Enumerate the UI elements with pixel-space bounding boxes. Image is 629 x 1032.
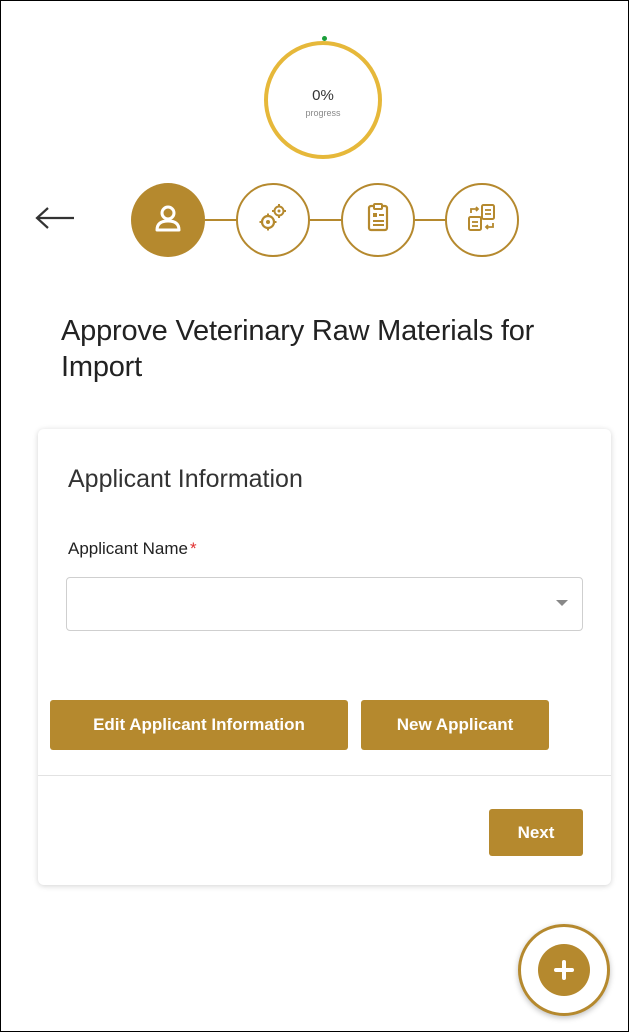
progress-caption: progress xyxy=(305,108,341,118)
plus-icon xyxy=(538,944,590,996)
back-arrow-icon[interactable] xyxy=(34,197,76,239)
applicant-card: Applicant Information Applicant Name * Ed… xyxy=(38,429,611,885)
step-connector xyxy=(415,219,447,221)
gears-icon xyxy=(257,202,289,239)
card-divider xyxy=(38,775,611,776)
step-connector xyxy=(310,219,343,221)
document-icon xyxy=(364,202,392,238)
file-transfer-icon xyxy=(466,202,498,239)
applicant-name-label-text: Applicant Name xyxy=(68,539,189,558)
next-button[interactable]: Next xyxy=(489,809,583,856)
step-applicant[interactable] xyxy=(131,183,205,257)
applicant-name-label: Applicant Name * xyxy=(68,539,197,559)
progress-ring: 0% progress xyxy=(264,41,382,159)
user-icon xyxy=(153,203,183,238)
chevron-down-icon xyxy=(556,600,568,606)
edit-applicant-button[interactable]: Edit Applicant Information xyxy=(50,700,348,750)
card-heading: Applicant Information xyxy=(68,465,303,493)
step-documents[interactable] xyxy=(341,183,415,257)
applicant-name-select[interactable] xyxy=(66,577,583,631)
new-applicant-button[interactable]: New Applicant xyxy=(361,700,549,750)
progress-value: 0% xyxy=(312,87,334,104)
step-submission[interactable] xyxy=(445,183,519,257)
add-fab-button[interactable] xyxy=(518,924,610,1016)
step-details[interactable] xyxy=(236,183,310,257)
required-asterisk: * xyxy=(190,539,197,558)
page-title: Approve Veterinary Raw Materials for Imp… xyxy=(61,315,535,383)
step-connector xyxy=(205,219,238,221)
app-frame: 0% progress Approve Veterinary Raw Mater… xyxy=(0,0,629,1032)
